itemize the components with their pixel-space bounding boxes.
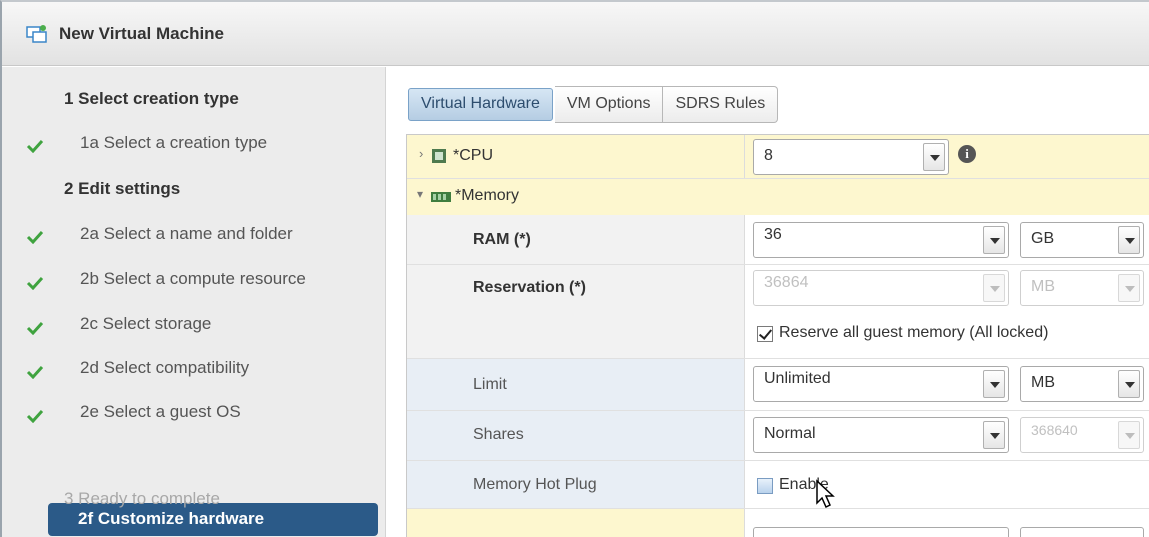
memory-icon (431, 192, 451, 202)
limit-row: Limit Unlimited MB (407, 359, 1149, 411)
chevron-down-icon[interactable] (983, 370, 1005, 398)
check-icon (26, 230, 44, 244)
chevron-down-icon (983, 274, 1005, 302)
cpu-icon (432, 149, 446, 163)
memory-label: *Memory (455, 187, 520, 204)
step-2a[interactable]: 2a Select a name and folder (80, 224, 293, 244)
limit-label: Limit (473, 376, 507, 393)
reservation-label: Reservation (*) (473, 279, 586, 296)
step-1a[interactable]: 1a Select a creation type (80, 133, 267, 153)
check-icon (26, 321, 44, 335)
check-icon (26, 276, 44, 290)
tab-bar: Virtual Hardware VM Options SDRS Rules (406, 86, 779, 123)
shares-label: Shares (473, 426, 524, 443)
ram-label: RAM (*) (473, 231, 531, 248)
next-hardware-row (407, 509, 1149, 537)
expand-icon[interactable]: › (419, 146, 423, 161)
step-select-creation-type[interactable]: 1 Select creation type (64, 89, 239, 109)
step-2b[interactable]: 2b Select a compute resource (80, 269, 306, 289)
check-icon (26, 409, 44, 423)
main-panel: Virtual Hardware VM Options SDRS Rules ›… (388, 67, 1149, 537)
chevron-down-icon (1118, 421, 1140, 449)
reservation-input: 36864 (753, 270, 1009, 306)
chevron-down-icon[interactable] (1118, 226, 1140, 254)
next-row-input[interactable] (753, 527, 1009, 537)
check-icon (26, 365, 44, 379)
chevron-down-icon[interactable] (1118, 370, 1140, 398)
tab-virtual-hardware[interactable]: Virtual Hardware (408, 88, 553, 121)
ram-row: RAM (*) 36 GB (407, 215, 1149, 265)
step-ready-to-complete: 3 Ready to complete (64, 489, 220, 508)
reservation-unit-select: MB (1020, 270, 1144, 306)
step-2c[interactable]: 2c Select storage (80, 314, 211, 334)
new-vm-icon (26, 25, 47, 43)
step-edit-settings[interactable]: 2 Edit settings (64, 179, 180, 199)
cpu-count-select[interactable]: 8 (753, 139, 949, 175)
chevron-down-icon[interactable] (923, 143, 945, 171)
info-icon[interactable]: i (958, 145, 976, 163)
window-title: New Virtual Machine (59, 24, 225, 43)
limit-input[interactable]: Unlimited (753, 366, 1009, 402)
reserve-all-memory-label[interactable]: Reserve all guest memory (All locked) (779, 324, 1048, 342)
cpu-row: › *CPU 8 i (407, 135, 1149, 179)
chevron-down-icon (1118, 274, 1140, 302)
chevron-down-icon[interactable] (983, 226, 1005, 254)
memory-hot-plug-checkbox[interactable] (757, 478, 773, 494)
wizard-steps: 1 Select creation type 1a Select a creat… (2, 67, 386, 537)
hardware-grid: › *CPU 8 i ▾ *Memory RAM (*) 36 GB Reser… (406, 134, 1149, 537)
chevron-down-icon[interactable] (983, 421, 1005, 449)
tab-vm-options[interactable]: VM Options (554, 86, 664, 123)
check-icon (26, 139, 44, 153)
mouse-cursor-icon (816, 479, 835, 509)
memory-hot-plug-row: Memory Hot Plug Enable (407, 461, 1149, 509)
shares-select[interactable]: Normal (753, 417, 1009, 453)
ram-unit-select[interactable]: GB (1020, 222, 1144, 258)
new-vm-dialog: New Virtual Machine 1 Select creation ty… (0, 0, 1149, 537)
step-2d[interactable]: 2d Select compatibility (80, 358, 249, 378)
collapse-icon[interactable]: ▾ (417, 187, 423, 201)
memory-row: ▾ *Memory (407, 179, 1149, 215)
reserve-all-memory-checkbox[interactable] (757, 326, 773, 342)
memory-hot-plug-label: Memory Hot Plug (473, 476, 597, 493)
tab-sdrs-rules[interactable]: SDRS Rules (663, 86, 779, 123)
next-row-unit[interactable] (1020, 527, 1144, 537)
step-2e[interactable]: 2e Select a guest OS (80, 402, 241, 422)
reservation-row: Reservation (*) 36864 MB Reserve all gue… (407, 265, 1149, 359)
limit-unit-select[interactable]: MB (1020, 366, 1144, 402)
title-bar: New Virtual Machine (2, 2, 1149, 66)
shares-row: Shares Normal 368640 (407, 411, 1149, 461)
shares-amount-input: 368640 (1020, 417, 1144, 453)
ram-size-input[interactable]: 36 (753, 222, 1009, 258)
cpu-label: *CPU (453, 147, 494, 164)
